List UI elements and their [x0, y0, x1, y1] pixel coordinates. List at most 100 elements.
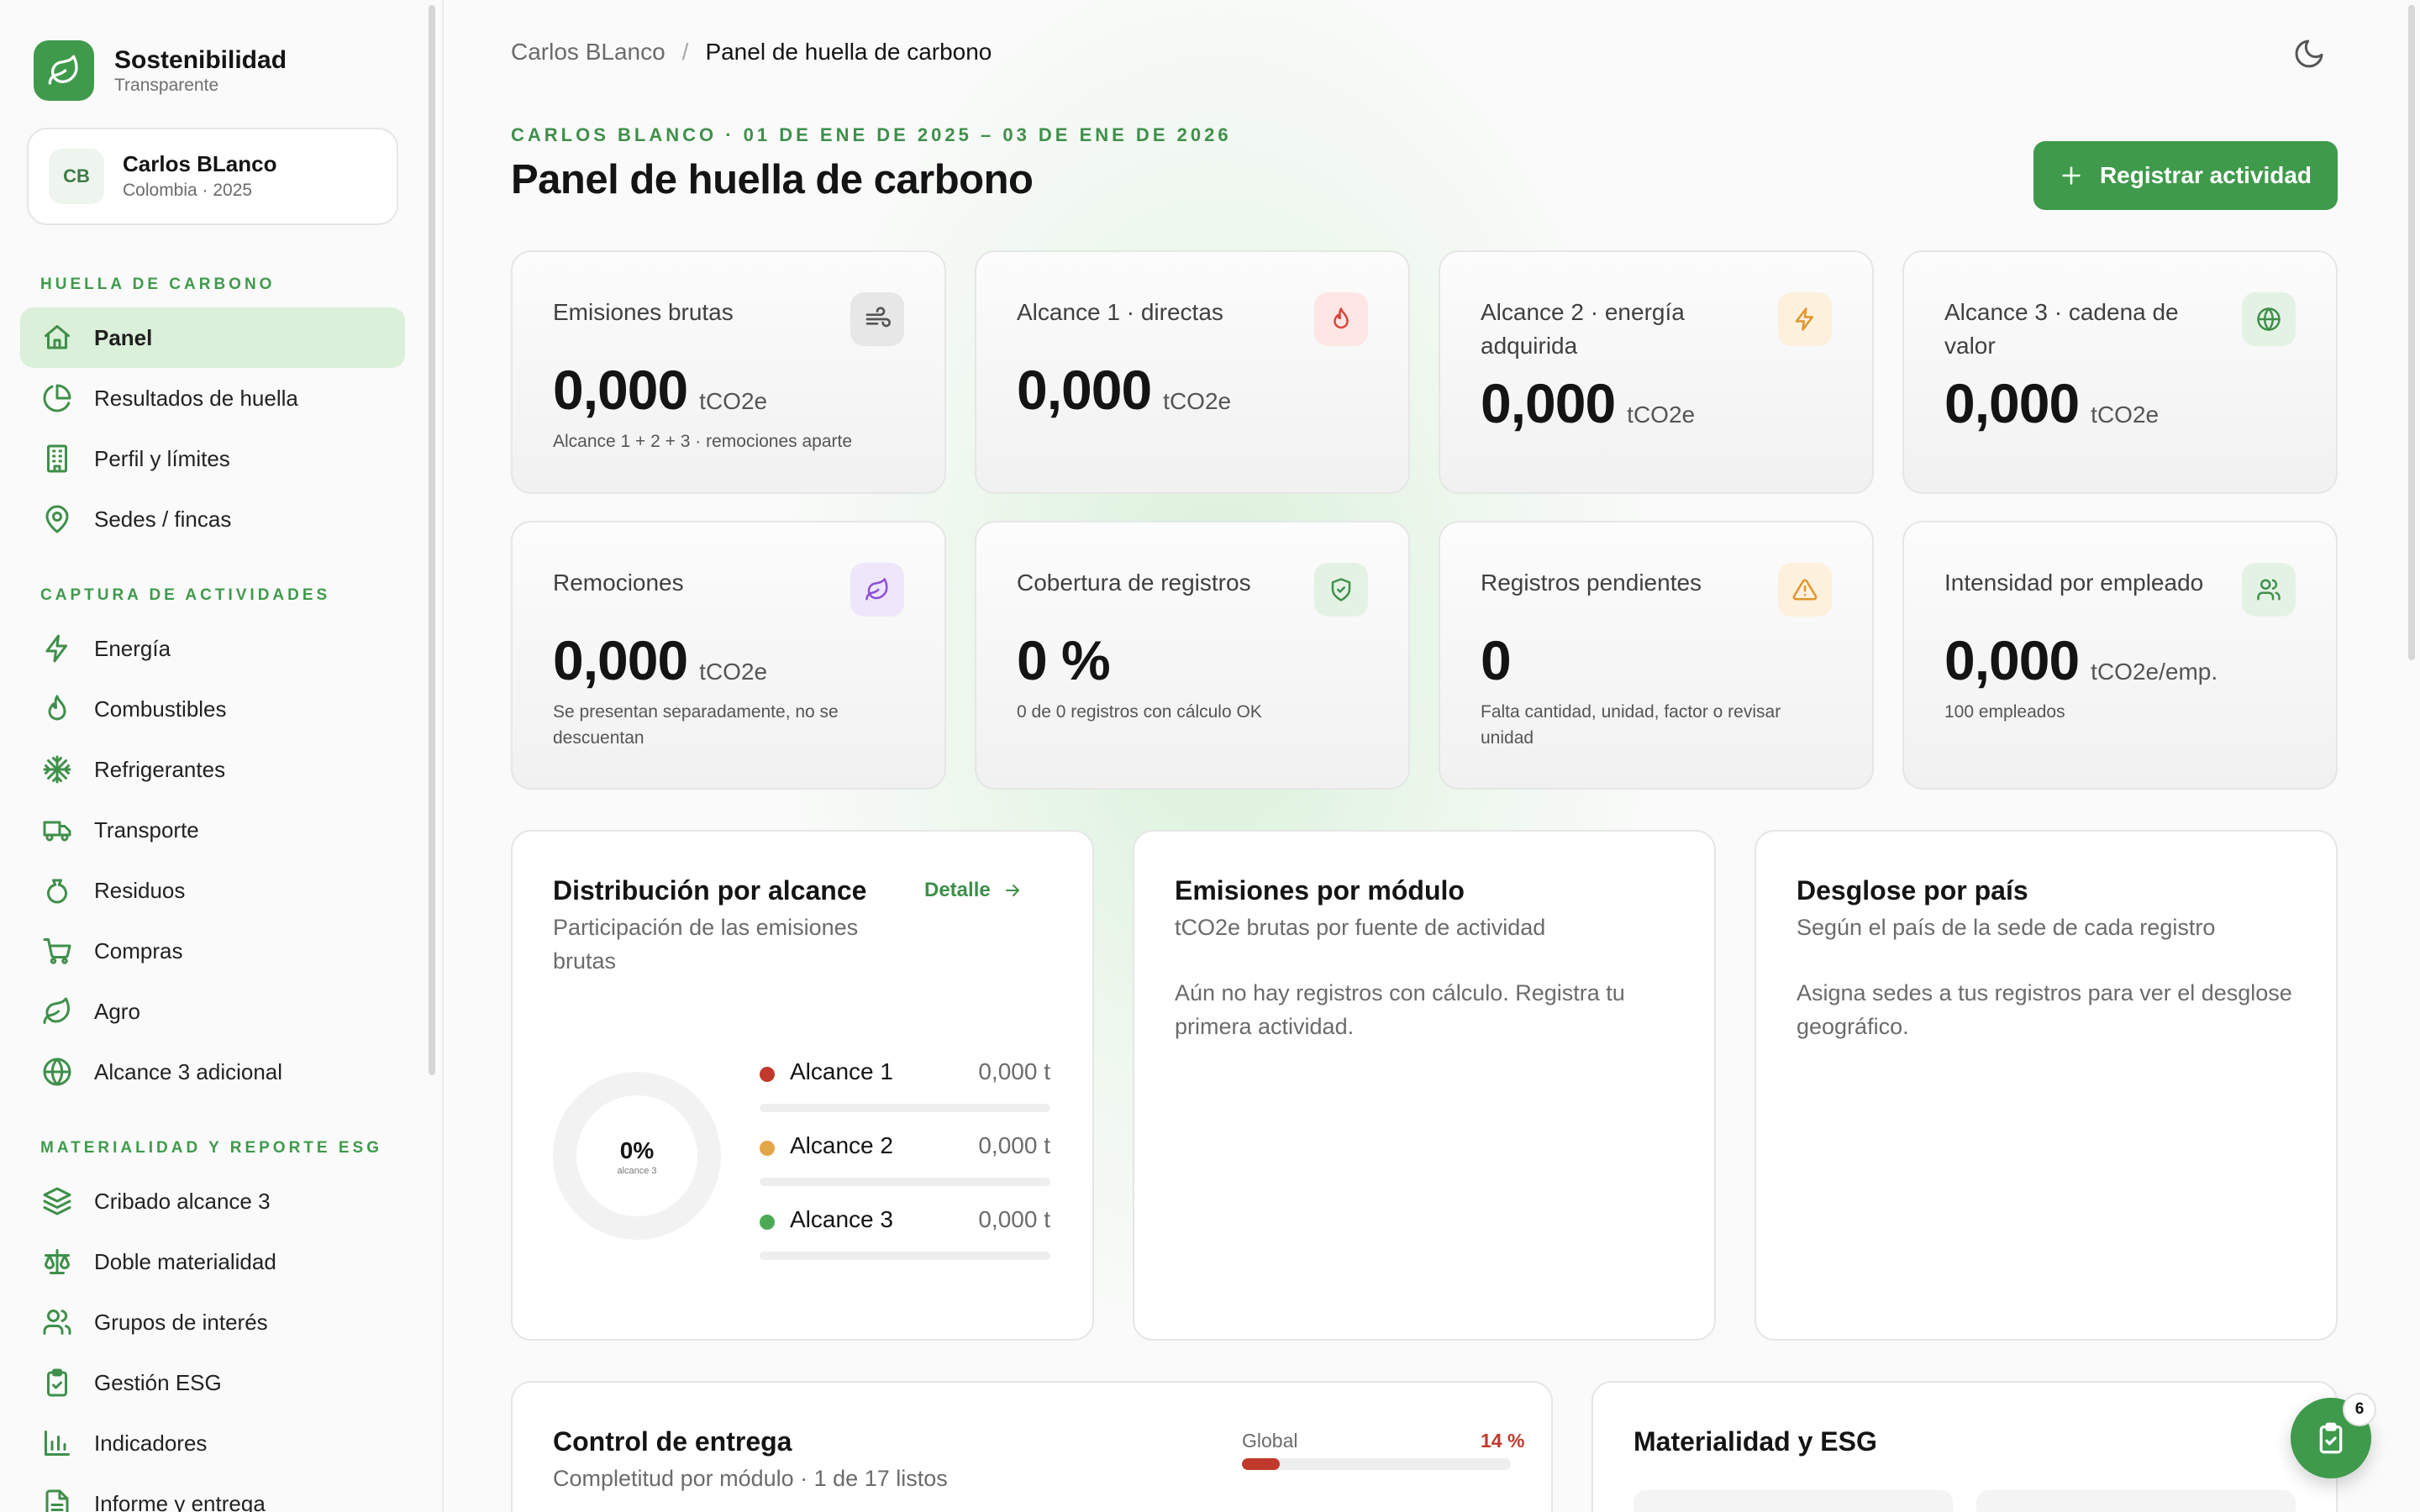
kpi-value: 0 % [1017, 628, 1111, 692]
tasks-count-badge: 6 [2343, 1393, 2376, 1426]
kpi-unit: tCO2e/emp. [2091, 659, 2218, 685]
kpi-card-remociones: Remociones 0,000 tCO2e Se presentan separ… [511, 521, 946, 790]
sidebar-item-label: Agro [94, 998, 140, 1024]
sidebar-item-sedes[interactable]: Sedes / fincas [20, 489, 405, 549]
scope-color-dot [760, 1067, 775, 1082]
kpi-label: Alcance 3 · cadena de valor [1944, 299, 2179, 359]
sidebar-item-grupos[interactable]: Grupos de interés [20, 1292, 405, 1352]
empty-state-text: Asigna sedes a tus registros para ver el… [1797, 980, 2292, 1039]
global-progress-percent: 14 % [1481, 1430, 1525, 1452]
kpi-number: 0,000 [553, 359, 688, 421]
detail-link[interactable]: Detalle [924, 879, 1023, 902]
kpi-value: 0,000 tCO2e [1481, 371, 1695, 435]
kpi-unit: tCO2e [699, 659, 768, 685]
sidebar-item-doble-materialidad[interactable]: Doble materialidad [20, 1231, 405, 1292]
flame-icon [1314, 292, 1368, 346]
warning-icon [1778, 563, 1832, 617]
sidebar-item-energia[interactable]: Energía [20, 618, 405, 679]
sidebar-item-label: Compras [94, 937, 183, 963]
sidebar-item-label: Doble materialidad [94, 1248, 276, 1274]
countries-panel: Desglose por país Según el país de la se… [1754, 830, 2338, 1341]
donut-value: 0% [619, 1137, 655, 1163]
materiality-panel: Materialidad y ESG [1591, 1381, 2338, 1512]
section-title-huella: HUELLA DE CARBONO [40, 276, 276, 293]
kpi-unit: tCO2e [699, 388, 768, 414]
kpi-card-pendientes: Registros pendientes 0 Falta cantidad, u… [1439, 521, 1874, 790]
shopping-cart-icon [40, 934, 74, 968]
sidebar-item-label: Alcance 3 adicional [94, 1058, 283, 1084]
scope-progress-track [760, 1178, 1050, 1186]
kpi-card-intensidad: Intensidad por empleado 0,000 tCO2e/emp. … [1902, 521, 2338, 790]
donut-label: alcance 3 [617, 1166, 657, 1176]
breadcrumb-parent[interactable]: Carlos BLanco [511, 39, 666, 66]
sidebar-item-resultados[interactable]: Resultados de huella [20, 368, 405, 428]
leaf-icon [850, 563, 904, 617]
kpi-card-alcance-1: Alcance 1 · directas 0,000 tCO2e [975, 250, 1410, 494]
kpi-label: Cobertura de registros [1017, 570, 1251, 596]
sidebar-item-cribado[interactable]: Cribado alcance 3 [20, 1171, 405, 1231]
kpi-note: Se presentan separadamente, no se descue… [553, 702, 839, 748]
shield-check-icon [1314, 563, 1368, 617]
avatar: CB [49, 149, 104, 204]
breadcrumb: Carlos BLanco / Panel de huella de carbo… [511, 39, 992, 66]
sidebar-item-refrigerantes[interactable]: Refrigerantes [20, 739, 405, 800]
panel-title: Emisiones por módulo [1175, 875, 1465, 906]
sidebar-item-transporte[interactable]: Transporte [20, 800, 405, 860]
sidebar-item-label: Gestión ESG [94, 1369, 222, 1395]
modules-panel: Emisiones por módulo tCO2e brutas por fu… [1133, 830, 1716, 1341]
leaf-icon [40, 995, 74, 1028]
waste-bag-icon [40, 874, 74, 907]
global-progress-track [1242, 1458, 1511, 1470]
materiality-card[interactable] [1634, 1490, 1953, 1512]
page-title: Panel de huella de carbono [511, 157, 1034, 202]
kpi-value: 0 [1481, 628, 1512, 692]
sidebar-item-perfil[interactable]: Perfil y límites [20, 428, 405, 489]
kpi-number: 0,000 [1017, 359, 1152, 421]
arrow-right-icon [1005, 885, 1019, 896]
scope-progress-track [760, 1252, 1050, 1260]
sidebar-item-indicadores[interactable]: Indicadores [20, 1413, 405, 1473]
snowflake-icon [40, 753, 74, 786]
kpi-card-alcance-2: Alcance 2 · energía adquirida 0,000 tCO2e [1439, 250, 1874, 494]
users-icon [2242, 563, 2296, 617]
organization-switcher[interactable]: CB Carlos BLanco Colombia · 2025 [27, 128, 398, 225]
register-activity-button[interactable]: Registrar actividad [2033, 141, 2338, 210]
sidebar-item-label: Energía [94, 635, 171, 661]
kpi-value: 0,000 tCO2e/emp. [1944, 628, 2217, 692]
kpi-label: Emisiones brutas [553, 299, 734, 325]
sidebar-item-residuos[interactable]: Residuos [20, 860, 405, 921]
kpi-label: Alcance 1 · directas [1017, 299, 1223, 325]
sidebar-item-panel[interactable]: Panel [20, 307, 405, 368]
kpi-note: 100 empleados [1944, 702, 2065, 722]
clipboard-check-icon [2319, 1422, 2343, 1454]
sidebar-item-label: Refrigerantes [94, 756, 226, 782]
main-scrollbar[interactable] [2408, 5, 2415, 660]
clipboard-check-icon [40, 1366, 74, 1399]
brand-subtitle: Transparente [114, 76, 219, 95]
kpi-value: 0,000 tCO2e [1017, 358, 1231, 422]
document-icon [40, 1487, 74, 1512]
brand[interactable]: Sostenibilidad Transparente [34, 40, 287, 101]
kpi-unit: tCO2e [1627, 402, 1696, 428]
sidebar-item-informe[interactable]: Informe y entrega [20, 1473, 405, 1512]
wind-icon [850, 292, 904, 346]
sidebar-item-agro[interactable]: Agro [20, 981, 405, 1042]
sidebar-item-alcance3[interactable]: Alcance 3 adicional [20, 1042, 405, 1102]
panel-subtitle: Participación de las emisiones brutas [553, 915, 859, 974]
kpi-unit: tCO2e [1163, 388, 1232, 414]
sidebar-item-label: Combustibles [94, 696, 227, 722]
kpi-unit: tCO2e [2091, 402, 2160, 428]
sidebar-item-gestion-esg[interactable]: Gestión ESG [20, 1352, 405, 1413]
main-content: Carlos BLanco / Panel de huella de carbo… [445, 0, 2420, 1512]
sidebar-item-combustibles[interactable]: Combustibles [20, 679, 405, 739]
esg-card[interactable] [1976, 1490, 2296, 1512]
moon-icon[interactable] [2292, 37, 2326, 71]
building-icon [40, 442, 74, 475]
sidebar-item-label: Resultados de huella [94, 385, 298, 411]
delivery-panel: Control de entrega Completitud por módul… [511, 1381, 1553, 1512]
sidebar: Sostenibilidad Transparente CB Carlos BL… [0, 0, 444, 1512]
global-progress-label: Global [1242, 1430, 1298, 1452]
sidebar-item-compras[interactable]: Compras [20, 921, 405, 981]
sidebar-scrollbar[interactable] [429, 5, 435, 1075]
sidebar-item-label: Cribado alcance 3 [94, 1188, 271, 1214]
